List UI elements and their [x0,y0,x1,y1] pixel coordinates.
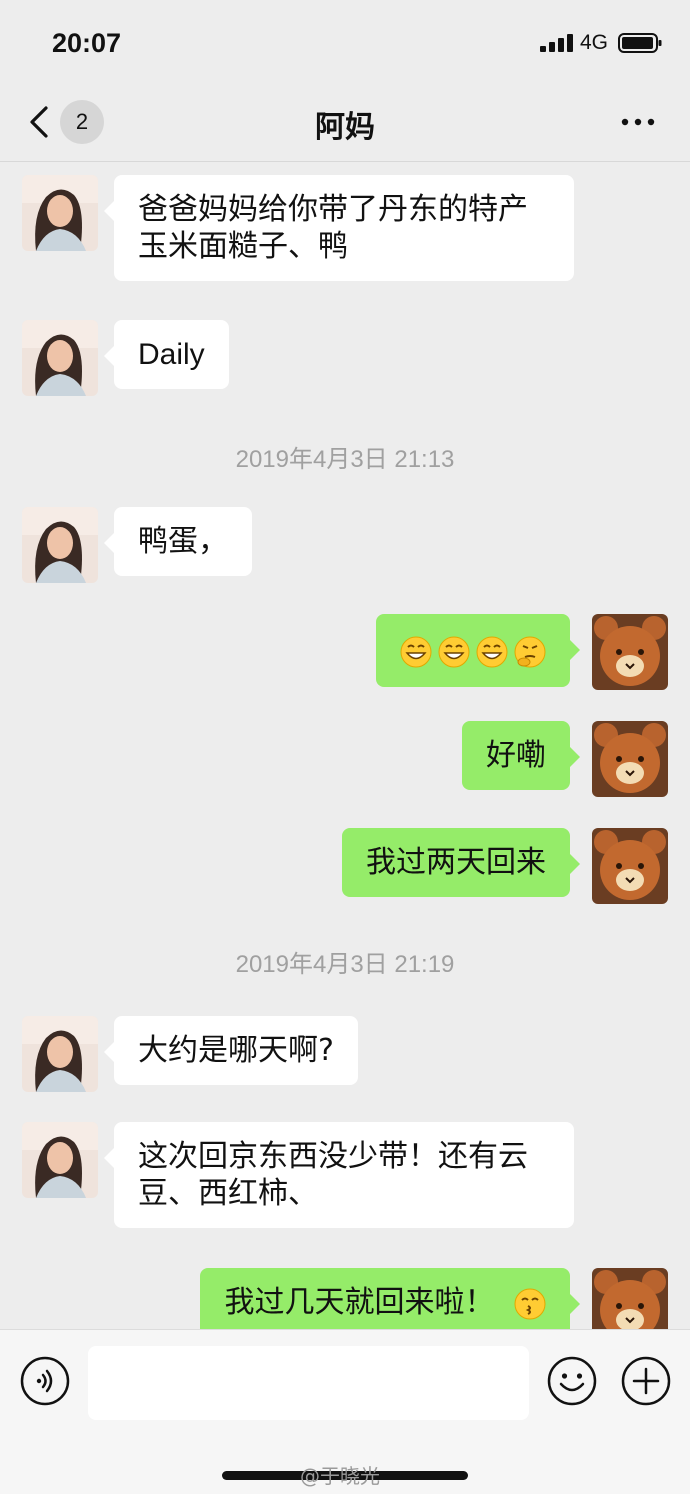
grin-emoji-icon [476,636,508,667]
message-bubble[interactable]: 爸爸妈妈给你带了丹东的特产玉米面糙子、鸭 [104,175,574,281]
message-bubble[interactable]: 这次回京东西没少带！还有云豆、西红柿、 [104,1122,574,1228]
network-type: 4G [580,31,609,54]
user-avatar[interactable] [592,614,668,690]
contact-avatar[interactable] [22,1122,98,1198]
grin-emoji-icon [438,636,470,667]
grin-emoji-icon [400,636,432,667]
message-text: 我过几天就回来啦！ [224,1285,495,1320]
chat-message-list[interactable]: 爸爸妈妈给你带了丹东的特产玉米面糙子、鸭 Daily 2019年4月3日 21:… [0,163,690,1329]
contact-avatar[interactable] [22,320,98,396]
emoji-picker-icon[interactable] [547,1356,597,1406]
kiss-emoji-icon [514,1288,546,1319]
input-bar: @于晓光 [0,1329,690,1494]
message-bubble[interactable]: 好嘞 [462,721,580,790]
message-bubble[interactable]: 我过几天就回来啦！ [200,1268,580,1329]
message-bubble[interactable]: 我过两天回来 [342,828,580,897]
message-bubble[interactable]: 大约是哪天啊? [104,1016,358,1085]
voice-input-icon[interactable] [20,1356,70,1406]
watermark: @于晓光 [300,1464,380,1488]
status-bar: 20:07 4G [0,0,690,82]
more-options-icon[interactable] [620,110,656,134]
more-actions-plus-icon[interactable] [621,1356,671,1406]
message-timestamp: 2019年4月3日 21:19 [235,951,455,978]
user-avatar[interactable] [592,828,668,904]
message-input[interactable] [88,1346,529,1420]
message-bubble[interactable]: Daily [104,320,229,389]
thinking-emoji-icon [514,636,546,667]
message-bubble[interactable]: 鸭蛋， [104,507,252,576]
status-time: 20:07 [52,28,122,58]
user-avatar[interactable] [592,1268,668,1329]
contact-avatar[interactable] [22,507,98,583]
chat-title: 阿妈 [315,110,375,145]
message-timestamp: 2019年4月3日 21:13 [235,446,455,473]
nav-bar: 2 阿妈 [0,82,690,162]
user-avatar[interactable] [592,721,668,797]
battery-icon [618,33,662,53]
message-bubble[interactable] [376,614,580,687]
signal-icon [540,34,573,52]
contact-avatar[interactable] [22,175,98,251]
contact-avatar[interactable] [22,1016,98,1092]
